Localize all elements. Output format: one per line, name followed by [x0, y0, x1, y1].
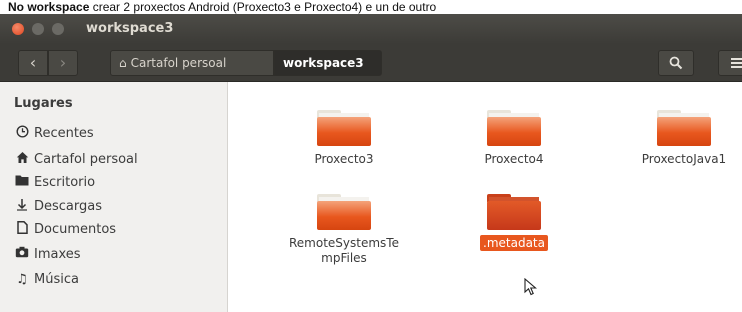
sidebar-item-documentos[interactable]: Documentos: [14, 218, 116, 240]
sidebar-heading: Lugares: [14, 96, 73, 111]
close-window-button[interactable]: [12, 23, 24, 35]
folder-item-selected[interactable]: .metadata: [439, 194, 589, 251]
clock-icon: [14, 124, 30, 142]
window-title: workspace3: [86, 21, 174, 36]
sidebar-item-label: Documentos: [34, 221, 117, 237]
folder-item[interactable]: ProxectoJava1: [609, 110, 742, 167]
folder-item[interactable]: Proxecto3: [269, 110, 419, 167]
folder-item[interactable]: Proxecto4: [439, 110, 589, 167]
forward-button[interactable]: ›: [48, 50, 78, 76]
file-manager-window: workspace3 ‹ › ⌂ Cartafol persoal workspa…: [0, 14, 742, 312]
page-caption: No workspace crear 2 proxectos Android (…: [0, 0, 742, 14]
maximize-window-button[interactable]: [52, 23, 64, 35]
document-icon: [14, 220, 30, 238]
folder-name: .metadata: [439, 235, 589, 251]
sidebar-item-musica[interactable]: ♫ Música: [14, 268, 79, 290]
chevron-right-icon: ›: [59, 53, 67, 72]
folder-name: Proxecto4: [484, 152, 544, 166]
music-icon: ♫: [16, 271, 28, 287]
breadcrumb-home-label: Cartafol persoal: [130, 56, 227, 70]
camera-icon: [14, 246, 30, 262]
breadcrumb-home[interactable]: ⌂ Cartafol persoal: [110, 50, 274, 76]
sidebar-item-descargas[interactable]: Descargas: [14, 195, 102, 217]
sidebar-item-cartafol-persoal[interactable]: Cartafol persoal: [14, 148, 138, 170]
caption-bold: No workspace: [8, 0, 90, 14]
toolbar: ‹ › ⌂ Cartafol persoal workspace3: [0, 44, 742, 82]
caption-text: crear 2 proxectos Android (Proxecto3 e P…: [89, 0, 437, 14]
breadcrumb-current-label: workspace3: [283, 56, 364, 70]
folder-icon: [657, 110, 711, 146]
sidebar-item-label: Imaxes: [34, 246, 81, 262]
back-button[interactable]: ‹: [18, 50, 48, 76]
folder-name: ProxectoJava1: [641, 152, 727, 166]
selected-folder-label: .metadata: [480, 235, 548, 251]
home-icon: [14, 151, 30, 168]
folder-icon: [317, 110, 371, 146]
minimize-window-button[interactable]: [32, 23, 44, 35]
title-bar[interactable]: workspace3: [0, 14, 742, 44]
hamburger-menu-icon: [731, 58, 742, 68]
folder-icon: [487, 194, 541, 230]
desktop-folder-icon: [14, 174, 30, 190]
sidebar-item-label: Música: [34, 271, 79, 287]
folder-icon: [317, 194, 371, 230]
menu-button[interactable]: [718, 50, 742, 76]
sidebar-item-label: Escritorio: [34, 174, 96, 190]
sidebar-item-recentes[interactable]: Recentes: [14, 122, 94, 144]
folder-name: Proxecto3: [314, 152, 374, 166]
chevron-left-icon: ‹: [29, 53, 37, 72]
sidebar-item-label: Cartafol persoal: [34, 151, 138, 167]
sidebar-item-label: Recentes: [34, 125, 94, 141]
download-icon: [14, 198, 30, 215]
sidebar-item-imaxes[interactable]: Imaxes: [14, 243, 81, 265]
search-button[interactable]: [658, 50, 694, 76]
sidebar-item-escritorio[interactable]: Escritorio: [14, 171, 95, 193]
breadcrumb-current[interactable]: workspace3: [274, 50, 382, 76]
mouse-cursor-icon: [524, 278, 537, 296]
folder-item[interactable]: RemoteSystemsTe mpFiles: [269, 194, 419, 266]
file-view[interactable]: Proxecto3 Proxecto4 ProxectoJava1 Remote…: [229, 82, 742, 312]
search-icon: [669, 56, 683, 70]
folder-name: RemoteSystemsTe mpFiles: [289, 236, 399, 265]
home-icon: ⌂: [119, 56, 127, 70]
folder-icon: [487, 110, 541, 146]
sidebar-item-label: Descargas: [34, 198, 103, 214]
sidebar: Lugares Recentes Cartafol persoal Escrit…: [0, 82, 228, 312]
